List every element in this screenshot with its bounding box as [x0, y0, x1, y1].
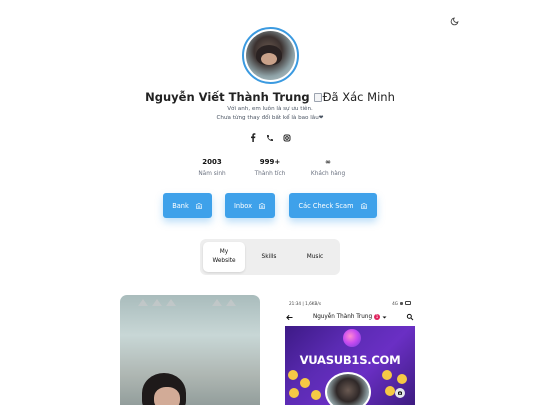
bank-button-label: Bank [172, 201, 189, 210]
bank-button[interactable]: Bank [163, 193, 212, 218]
check-scam-button-label: Các Check Scam [298, 201, 354, 210]
chevron-down-icon [382, 316, 387, 318]
tab-music[interactable]: Music [294, 242, 336, 272]
profile-name-row: Nguyễn Viết Thành Trung Đã Xác Minh [0, 90, 540, 104]
profile-avatar [242, 27, 299, 84]
bank-icon [195, 202, 202, 209]
tab-music-label: Music [306, 253, 324, 260]
profile-name: Nguyễn Viết Thành Trung [145, 90, 310, 104]
social-links [0, 133, 540, 142]
camera-icon [395, 388, 405, 398]
stat-achievements: 999+ Thành tích [247, 158, 293, 177]
moon-icon [450, 17, 458, 25]
profile-stats: 2003 Năm sinh 999+ Thành tích ∞ Khách hà… [0, 158, 540, 177]
stat-birth-year: 2003 Năm sinh [189, 158, 235, 177]
phone-profile-title: Nguyễn Thành Trung [312, 314, 373, 320]
stat-value: ∞ [325, 158, 331, 166]
instagram-icon [283, 134, 291, 141]
tab-my-website[interactable]: My Website [203, 242, 245, 272]
check-scam-button[interactable]: Các Check Scam [289, 193, 377, 218]
verified-alt-text: Đã Xác Minh [322, 90, 395, 104]
stat-label: Thành tích [254, 171, 286, 177]
phone-link[interactable] [266, 133, 275, 142]
inbox-button[interactable]: Inbox [225, 193, 275, 218]
bank-icon [360, 202, 367, 209]
theme-toggle-button[interactable] [447, 14, 461, 28]
instagram-link[interactable] [283, 133, 292, 142]
phone-screenshot-card: 21:34 | 1,6KB/s 4G Nguyễn Thành Trung 1 … [284, 297, 416, 405]
verified-badge: Đã Xác Minh [313, 90, 395, 104]
notification-badge: 1 [374, 314, 381, 320]
battery-icon [405, 301, 411, 305]
tab-my-website-line2: Website [212, 258, 236, 264]
facebook-link[interactable] [249, 133, 258, 142]
facebook-icon [251, 133, 256, 142]
tab-my-website-line1: My [219, 249, 229, 256]
signal-icon [400, 301, 403, 305]
stat-value: 2003 [202, 158, 222, 166]
phone-status-bar: 21:34 | 1,6KB/s 4G [284, 297, 416, 309]
brand-logo-icon [343, 329, 361, 347]
cover-brand-text: VUASUB1S.COM [299, 353, 401, 367]
bank-icon [258, 202, 266, 209]
inbox-button-label: Inbox [233, 201, 253, 210]
stat-value: 999+ [259, 158, 281, 166]
profile-photo-card [120, 295, 260, 405]
tab-skills[interactable]: Skills [248, 242, 290, 272]
phone-cover-image: VUASUB1S.COM [285, 326, 415, 405]
phone-profile-picture [325, 372, 371, 405]
back-arrow-icon [286, 314, 293, 320]
stat-label: Năm sinh [198, 171, 226, 177]
bio-line-2: Chưa từng thay đổi bất kể là bao lâu❤ [216, 115, 324, 121]
bio-line-1: Với anh, em luôn là sự ưu tiên. [227, 106, 313, 112]
status-time: 21:34 | 1,6KB/s [289, 300, 322, 306]
status-network: 4G [392, 300, 398, 306]
stat-customers: ∞ Khách hàng [305, 158, 351, 177]
search-icon [406, 313, 414, 321]
tab-skills-label: Skills [261, 253, 277, 260]
content-tabs: My Website Skills Music [200, 239, 340, 275]
broken-image-icon [313, 92, 322, 102]
phone-icon [267, 134, 273, 141]
stat-label: Khách hàng [310, 171, 346, 177]
phone-profile-header: Nguyễn Thành Trung 1 [284, 310, 416, 324]
